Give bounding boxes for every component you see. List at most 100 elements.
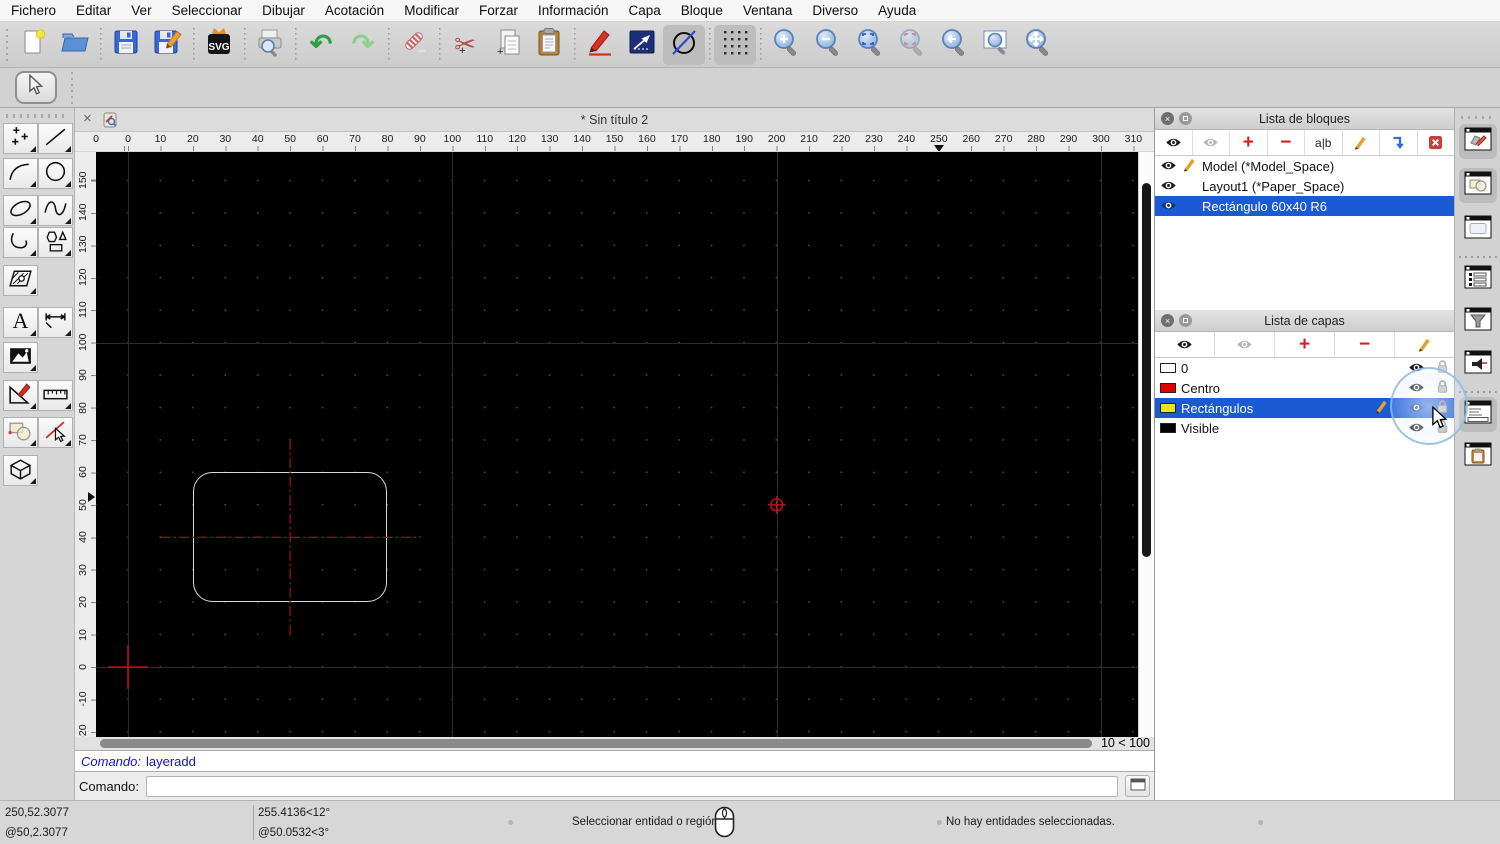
zoom-pan-button[interactable] bbox=[1017, 25, 1059, 65]
save-as-button[interactable] bbox=[147, 25, 189, 65]
undo-button[interactable]: ↶ bbox=[300, 25, 342, 65]
menu-modificar[interactable]: Modificar bbox=[404, 3, 459, 18]
modify-tool-button[interactable] bbox=[3, 380, 38, 411]
arc-tool-button[interactable] bbox=[3, 158, 38, 189]
panel-float-icon[interactable] bbox=[1179, 112, 1192, 125]
draw-pencil-button[interactable] bbox=[579, 25, 621, 65]
text-tool-button[interactable]: A bbox=[3, 307, 38, 338]
measure-tool-button[interactable] bbox=[38, 380, 73, 411]
isometric-circle-button[interactable] bbox=[663, 24, 705, 65]
panel-float-icon[interactable] bbox=[1179, 314, 1192, 327]
visibility-eye-icon[interactable] bbox=[1160, 199, 1177, 214]
menu-fichero[interactable]: Fichero bbox=[11, 3, 56, 18]
vertical-scrollbar[interactable] bbox=[1138, 152, 1154, 737]
block-tool-button[interactable] bbox=[3, 417, 38, 448]
dock-announcer-button[interactable] bbox=[1459, 347, 1497, 382]
save-button[interactable] bbox=[105, 25, 147, 65]
dock-window-button[interactable] bbox=[1459, 212, 1497, 247]
block-row[interactable]: Rectángulo 60x40 R6 bbox=[1155, 196, 1454, 216]
hatch-tool-button[interactable] bbox=[3, 265, 38, 296]
zoom-auto-button[interactable] bbox=[849, 25, 891, 65]
edit-layer-button[interactable] bbox=[1395, 332, 1454, 357]
line-arrow-button[interactable] bbox=[621, 25, 663, 65]
layer-color-swatch[interactable] bbox=[1160, 383, 1176, 393]
palette-handle[interactable] bbox=[6, 114, 68, 118]
menu-capa[interactable]: Capa bbox=[629, 3, 661, 18]
command-window-button[interactable] bbox=[1125, 775, 1150, 797]
line-tool-button[interactable] bbox=[38, 123, 73, 154]
open-file-button[interactable] bbox=[54, 25, 96, 65]
zoom-window-button[interactable] bbox=[975, 25, 1017, 65]
menu-ayuda[interactable]: Ayuda bbox=[878, 3, 916, 18]
rename-block-button[interactable]: a|b bbox=[1305, 130, 1343, 155]
circle-tool-button[interactable] bbox=[38, 158, 73, 189]
dimension-tool-button[interactable] bbox=[38, 307, 73, 338]
menu-bloque[interactable]: Bloque bbox=[681, 3, 723, 18]
cut-button[interactable]: ✂ + bbox=[444, 25, 486, 65]
remove-block-button[interactable]: − bbox=[1268, 130, 1305, 155]
horizontal-scrollbar[interactable]: 10 < 100 bbox=[75, 736, 1154, 750]
polyline-tool-button[interactable] bbox=[3, 227, 38, 258]
image-tool-button[interactable] bbox=[3, 342, 38, 373]
panel-close-icon[interactable]: × bbox=[1161, 112, 1174, 125]
edit-block-button[interactable] bbox=[1343, 130, 1380, 155]
menu-diverso[interactable]: Diverso bbox=[812, 3, 858, 18]
pick-entity-tool-button[interactable] bbox=[38, 417, 73, 448]
delete-block-button[interactable] bbox=[1418, 130, 1455, 155]
toolbar-handle[interactable] bbox=[2, 28, 12, 61]
zoom-selection-button[interactable] bbox=[891, 25, 933, 65]
menu-seleccionar[interactable]: Seleccionar bbox=[172, 3, 243, 18]
menu-acotación[interactable]: Acotación bbox=[325, 3, 384, 18]
ellipse-tool-button[interactable] bbox=[3, 195, 38, 226]
drawing-canvas[interactable] bbox=[96, 152, 1138, 737]
layer-color-swatch[interactable] bbox=[1160, 423, 1176, 433]
hide-all-eye-button[interactable] bbox=[1193, 130, 1230, 155]
insert-block-button[interactable] bbox=[1380, 130, 1418, 155]
toolbar-handle[interactable] bbox=[67, 71, 77, 104]
add-layer-button[interactable]: + bbox=[1275, 332, 1335, 357]
grid-toggle-button[interactable] bbox=[714, 24, 756, 65]
block-row[interactable]: Model (*Model_Space) bbox=[1155, 156, 1454, 176]
menu-editar[interactable]: Editar bbox=[76, 3, 111, 18]
hide-all-eye-button[interactable] bbox=[1215, 332, 1275, 357]
layer-color-swatch[interactable] bbox=[1160, 403, 1176, 413]
menu-información[interactable]: Información bbox=[538, 3, 609, 18]
zoom-in-button[interactable] bbox=[765, 25, 807, 65]
dock-library-button[interactable] bbox=[1459, 168, 1497, 203]
menu-ver[interactable]: Ver bbox=[131, 3, 151, 18]
tab-close-icon[interactable]: × bbox=[83, 111, 92, 126]
dock-filter-button[interactable] bbox=[1459, 304, 1497, 339]
spline-tool-button[interactable] bbox=[38, 195, 73, 226]
dock-clipboard-button[interactable] bbox=[1459, 439, 1497, 474]
select-arrow-button[interactable] bbox=[15, 71, 57, 104]
horizontal-scrollbar-thumb[interactable] bbox=[100, 739, 1092, 748]
block-row[interactable]: Layout1 (*Paper_Space) bbox=[1155, 176, 1454, 196]
remove-layer-button[interactable]: − bbox=[1335, 332, 1395, 357]
visibility-eye-icon[interactable] bbox=[1160, 179, 1177, 194]
command-input[interactable] bbox=[145, 775, 1118, 797]
strip-handle[interactable] bbox=[1461, 116, 1495, 119]
points-tool-button[interactable] bbox=[3, 123, 38, 154]
visibility-eye-icon[interactable] bbox=[1160, 159, 1177, 174]
vertical-scrollbar-thumb[interactable] bbox=[1142, 183, 1151, 557]
polygon-tool-button[interactable] bbox=[38, 227, 73, 258]
show-all-eye-button[interactable] bbox=[1155, 130, 1193, 155]
cube-tool-button[interactable] bbox=[3, 455, 38, 486]
paste-button[interactable] bbox=[528, 25, 570, 65]
dock-blocks-button[interactable] bbox=[1459, 124, 1497, 159]
delete-eraser-button[interactable] bbox=[393, 25, 435, 65]
panel-close-icon[interactable]: × bbox=[1161, 314, 1174, 327]
add-block-button[interactable]: + bbox=[1230, 130, 1268, 155]
layer-color-swatch[interactable] bbox=[1160, 363, 1176, 373]
print-preview-button[interactable] bbox=[249, 25, 291, 65]
zoom-previous-button[interactable] bbox=[933, 25, 975, 65]
zoom-out-button[interactable] bbox=[807, 25, 849, 65]
new-file-button[interactable] bbox=[12, 25, 54, 65]
export-svg-button[interactable]: SVG bbox=[198, 25, 240, 65]
dock-layer-list-button[interactable] bbox=[1459, 262, 1497, 297]
menu-ventana[interactable]: Ventana bbox=[743, 3, 793, 18]
copy-button[interactable]: + bbox=[486, 25, 528, 65]
menu-dibujar[interactable]: Dibujar bbox=[262, 3, 305, 18]
show-all-eye-button[interactable] bbox=[1155, 332, 1215, 357]
menu-forzar[interactable]: Forzar bbox=[479, 3, 518, 18]
